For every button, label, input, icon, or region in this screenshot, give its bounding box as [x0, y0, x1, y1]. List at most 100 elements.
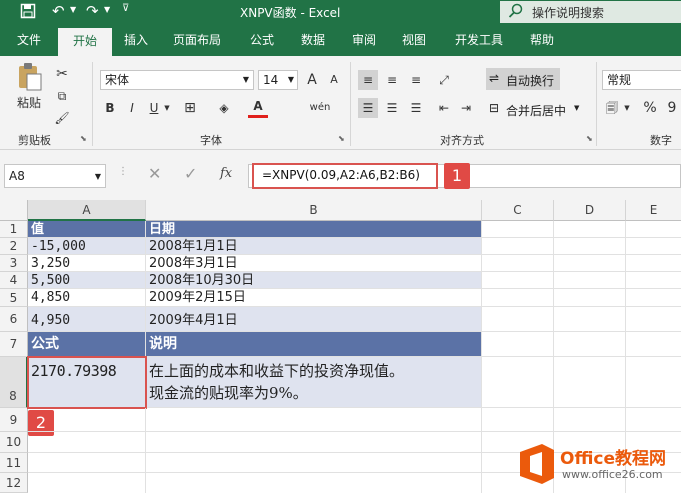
redo-icon[interactable]: ↷ — [86, 2, 99, 20]
group-divider — [596, 62, 597, 146]
format-painter-icon[interactable]: 🖌 — [52, 108, 72, 128]
insert-function-button[interactable]: fx — [220, 166, 232, 181]
font-launcher-icon[interactable]: ⬊ — [338, 134, 345, 143]
row-header-3[interactable]: 3 — [0, 255, 28, 272]
tab-insert[interactable]: 插入 — [114, 24, 158, 56]
enter-icon[interactable]: ✓ — [184, 164, 197, 183]
shrink-font-button[interactable]: A — [324, 70, 344, 90]
cell-a1[interactable]: 值 — [28, 221, 146, 238]
currency-dropdown-icon[interactable]: ▼ — [622, 98, 632, 118]
cell-a7[interactable]: 公式 — [28, 332, 146, 357]
comma-button[interactable]: 9 — [662, 98, 681, 118]
tab-data[interactable]: 数据 — [290, 24, 336, 56]
cell-a5[interactable]: 4,850 — [28, 289, 146, 307]
cell-b1[interactable]: 日期 — [146, 221, 482, 238]
office-logo-icon — [520, 444, 554, 484]
select-all-corner[interactable] — [0, 200, 28, 221]
align-left-icon[interactable]: ☰ — [358, 98, 378, 118]
borders-icon[interactable]: ⊞ — [180, 98, 200, 118]
undo-dropdown-icon[interactable]: ▼ — [70, 5, 76, 14]
row-header-10[interactable]: 10 — [0, 432, 28, 453]
paste-label: 粘贴 — [16, 96, 41, 110]
underline-button[interactable]: U — [144, 98, 164, 118]
formula-bar: A8 ▼ ⋮ ✕ ✓ fx =XNPV(0.09,A2:A6,B2:B6) 1 — [0, 150, 681, 200]
align-top-icon[interactable]: ≡ — [358, 70, 378, 90]
cell-b3[interactable]: 2008年3月1日 — [146, 255, 482, 272]
copy-icon[interactable]: ⧉ — [52, 86, 72, 106]
column-header-c[interactable]: C — [482, 200, 554, 221]
font-size-select[interactable]: 14 ▼ — [258, 70, 298, 90]
row-header-7[interactable]: 7 — [0, 332, 28, 357]
column-header-b[interactable]: B — [146, 200, 482, 221]
fill-color-icon[interactable]: ◈ — [214, 98, 234, 118]
tab-file[interactable]: 文件 — [6, 24, 52, 56]
watermark-brand: Office教程网 — [560, 449, 667, 469]
row-header-9[interactable]: 9 — [0, 408, 28, 432]
merge-center-button[interactable]: ⊟ 合并后居中 ▼ — [486, 98, 582, 120]
font-name-select[interactable]: 宋体 ▼ — [100, 70, 254, 90]
align-center-icon[interactable]: ☰ — [382, 98, 402, 118]
alignment-launcher-icon[interactable]: ⬊ — [586, 134, 593, 143]
font-color-icon[interactable]: A — [248, 98, 268, 118]
tab-developer[interactable]: 开发工具 — [444, 24, 514, 56]
cell-a4[interactable]: 5,500 — [28, 272, 146, 289]
row-header-11[interactable]: 11 — [0, 453, 28, 473]
grow-font-button[interactable]: A — [302, 70, 322, 90]
percent-button[interactable]: % — [640, 98, 660, 118]
cell-b5[interactable]: 2009年2月15日 — [146, 289, 482, 307]
underline-dropdown-icon[interactable]: ▼ — [162, 98, 172, 118]
increase-indent-icon[interactable]: ⇥ — [456, 98, 476, 118]
column-header-e[interactable]: E — [626, 200, 681, 221]
cancel-icon[interactable]: ✕ — [148, 164, 161, 183]
name-box[interactable]: A8 ▼ — [4, 164, 106, 188]
cell-b7[interactable]: 说明 — [146, 332, 482, 357]
cut-icon[interactable]: ✂ — [52, 64, 72, 84]
align-bottom-icon[interactable]: ≡ — [406, 70, 426, 90]
tab-home[interactable]: 开始 — [58, 28, 112, 56]
cell-a6[interactable]: 4,950 — [28, 307, 146, 332]
undo-icon[interactable]: ↶ — [52, 2, 65, 20]
wrap-text-button[interactable]: ⇌ 自动换行 — [486, 68, 560, 90]
column-header-d[interactable]: D — [554, 200, 626, 221]
cell-b4[interactable]: 2008年10月30日 — [146, 272, 482, 289]
clipboard-launcher-icon[interactable]: ⬊ — [80, 134, 87, 143]
row-header-2[interactable]: 2 — [0, 238, 28, 255]
tab-page-layout[interactable]: 页面布局 — [162, 24, 232, 56]
tab-formulas[interactable]: 公式 — [240, 24, 284, 56]
empty-rows-ab[interactable] — [28, 408, 482, 493]
cell-a2[interactable]: -15,000 — [28, 238, 146, 255]
save-icon[interactable] — [20, 3, 36, 19]
row-header-5[interactable]: 5 — [0, 289, 28, 307]
cell-a3[interactable]: 3,250 — [28, 255, 146, 272]
decrease-indent-icon[interactable]: ⇤ — [434, 98, 454, 118]
row-header-8[interactable]: 8 — [0, 357, 28, 408]
row-header-1[interactable]: 1 — [0, 221, 28, 238]
phonetic-button[interactable]: wén — [306, 98, 334, 118]
ribbon: 粘贴 ✂ ⧉ 🖌 剪贴板 ⬊ 宋体 ▼ 14 ▼ A A B I U ▼ ⊞ ◈… — [0, 56, 681, 150]
currency-icon[interactable]: 🗐 — [602, 98, 622, 118]
row-header-12[interactable]: 12 — [0, 473, 28, 493]
column-header-a[interactable]: A — [28, 200, 146, 221]
number-format-select[interactable]: 常规 — [602, 70, 681, 90]
customize-toolbar-icon[interactable]: ⊽ — [122, 3, 129, 14]
drag-handle-icon[interactable]: ⋮ — [118, 166, 128, 177]
redo-dropdown-icon[interactable]: ▼ — [104, 5, 110, 14]
align-middle-icon[interactable]: ≡ — [382, 70, 402, 90]
align-right-icon[interactable]: ☰ — [406, 98, 426, 118]
font-group-label: 字体 — [200, 134, 222, 147]
row-header-4[interactable]: 4 — [0, 272, 28, 289]
cell-b6[interactable]: 2009年4月1日 — [146, 307, 482, 332]
paste-button[interactable]: 粘贴 — [10, 62, 48, 118]
italic-button[interactable]: I — [122, 98, 142, 118]
tab-review[interactable]: 审阅 — [342, 24, 386, 56]
cell-b2[interactable]: 2008年1月1日 — [146, 238, 482, 255]
tab-view[interactable]: 视图 — [392, 24, 436, 56]
font-name-value: 宋体 — [105, 73, 130, 87]
search-box[interactable]: 操作说明搜索 — [500, 1, 681, 23]
bold-button[interactable]: B — [100, 98, 120, 118]
row-header-6[interactable]: 6 — [0, 307, 28, 332]
chevron-down-icon: ▼ — [287, 75, 294, 84]
orientation-icon[interactable]: ⤢ — [434, 70, 454, 90]
cell-b8[interactable]: 在上面的成本和收益下的投资净现值。 现金流的贴现率为9%。 — [146, 357, 482, 408]
tab-help[interactable]: 帮助 — [520, 24, 564, 56]
